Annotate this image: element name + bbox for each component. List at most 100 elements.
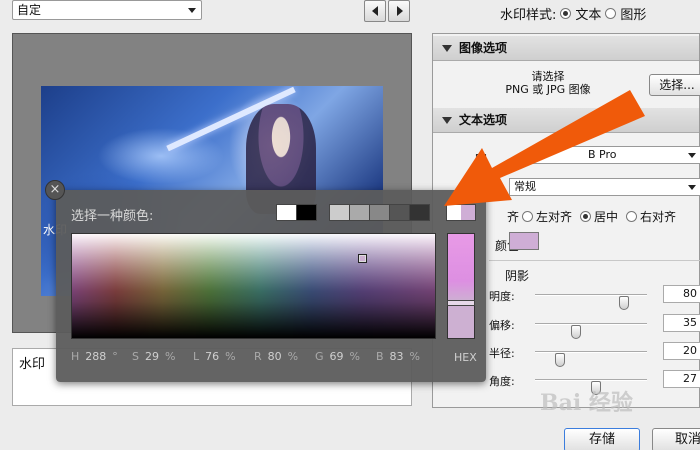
slider-label: 偏移:: [489, 319, 515, 332]
current-color-swatch: [446, 204, 476, 221]
gray-swatch-group: [329, 204, 430, 221]
hue-field[interactable]: H 288 °: [71, 350, 132, 363]
hue-slider-handle[interactable]: [447, 300, 475, 306]
collapse-triangle-icon: [442, 45, 452, 52]
shadow-radius-row: 半径: 20: [489, 341, 700, 367]
style-text-radio[interactable]: [560, 8, 572, 19]
chevron-down-icon: [688, 153, 696, 158]
align-right-label[interactable]: 右对齐: [640, 208, 676, 225]
slider-label: 角度:: [489, 375, 515, 388]
align-center-radio[interactable]: [580, 211, 592, 222]
font-weight-select[interactable]: 常规: [509, 178, 700, 196]
slider-track[interactable]: [535, 323, 647, 339]
hue-unit: °: [112, 350, 118, 363]
swatch-gray[interactable]: [330, 205, 349, 220]
text-options-header[interactable]: 文本选项: [433, 108, 699, 133]
slider-thumb[interactable]: [555, 353, 565, 367]
swatch-gray[interactable]: [410, 205, 429, 220]
slider-track[interactable]: [535, 351, 647, 367]
saturation-unit: %: [164, 350, 176, 363]
lightness-value: 76: [205, 350, 220, 363]
text-options-title: 文本选项: [459, 113, 508, 127]
chevron-down-icon: [188, 8, 196, 13]
image-options-header[interactable]: 图像选项: [433, 36, 699, 61]
blue-field[interactable]: B 83%: [376, 350, 437, 363]
slider-track[interactable]: [535, 294, 647, 310]
shadow-offset-row: 偏移: 35: [489, 313, 700, 339]
image-options-title: 图像选项: [459, 41, 508, 55]
align-right-radio[interactable]: [626, 211, 638, 222]
next-button[interactable]: [388, 0, 410, 22]
choose-image-line2: PNG 或 JPG 图像: [505, 83, 591, 96]
red-value: 80: [267, 350, 282, 363]
font-label: 字: [475, 152, 488, 166]
font-select[interactable]: B Pro: [533, 146, 700, 164]
preset-select[interactable]: 自定: [12, 0, 202, 20]
green-value: 69: [329, 350, 344, 363]
watermark-style-label: 水印样式:: [500, 8, 557, 23]
preset-select-value: 自定: [17, 3, 42, 17]
saturation-field[interactable]: S 29%: [132, 350, 193, 363]
chevron-down-icon: [688, 185, 696, 190]
font-weight-value: 常规: [514, 180, 536, 193]
slider-value-input[interactable]: 80: [663, 285, 700, 303]
saturation-lightness-field[interactable]: [71, 233, 436, 339]
color-picker-popover: 选择一种颜色: H 288 ° S 29% L 76% R 80% G 69% B 83% H…: [56, 190, 486, 382]
choose-image-line1: 请选择: [531, 70, 565, 83]
hue-value: 288: [85, 350, 107, 363]
site-watermark: Bai 经验: [540, 390, 633, 416]
swatch-gray[interactable]: [370, 205, 389, 220]
saturation-key: S: [132, 350, 139, 363]
close-icon[interactable]: ×: [45, 180, 65, 200]
swatch-white[interactable]: [277, 205, 296, 220]
color-cursor[interactable]: [358, 254, 367, 263]
color-picker-title: 选择一种颜色:: [71, 209, 154, 224]
red-unit: %: [287, 350, 299, 363]
hex-label[interactable]: HEX: [454, 351, 477, 364]
previous-color: [447, 205, 461, 220]
lightness-field[interactable]: L 76%: [193, 350, 254, 363]
style-graphic-label[interactable]: 图形: [620, 4, 646, 23]
red-field[interactable]: R 80%: [254, 350, 315, 363]
font-select-value: B Pro: [588, 148, 617, 161]
collapse-triangle-icon: [442, 117, 452, 124]
new-color: [461, 205, 475, 220]
slider-track[interactable]: [535, 379, 647, 395]
green-field[interactable]: G 69%: [315, 350, 376, 363]
watermark-style-row: 水印样式: 文本 图形: [500, 4, 646, 23]
slider-thumb[interactable]: [571, 325, 581, 339]
swatch-gray[interactable]: [350, 205, 369, 220]
choose-image-button[interactable]: 选择...: [649, 74, 700, 96]
lightness-unit: %: [225, 350, 236, 363]
alignment-label: 齐: [507, 210, 520, 224]
slider-value-input[interactable]: 35: [663, 314, 700, 332]
shadow-label: 阴影: [505, 269, 530, 283]
previous-button[interactable]: [364, 0, 386, 22]
hue-slider[interactable]: [447, 233, 475, 339]
arrow-right-icon: [397, 6, 403, 16]
blue-key: B: [376, 350, 384, 363]
divider: [489, 260, 700, 261]
color-readouts: H 288 ° S 29% L 76% R 80% G 69% B 83%: [71, 350, 437, 363]
bw-swatch-group: [276, 204, 317, 221]
slider-value-input[interactable]: 27: [663, 370, 700, 388]
slider-label: 半径:: [489, 347, 515, 360]
style-graphic-radio[interactable]: [605, 8, 617, 19]
text-color-swatch[interactable]: [509, 232, 539, 250]
swatch-gray[interactable]: [390, 205, 409, 220]
align-left-label[interactable]: 左对齐: [536, 208, 572, 225]
align-left-radio[interactable]: [522, 211, 534, 222]
slider-label: 明度:: [489, 290, 515, 303]
align-center-label[interactable]: 居中: [594, 208, 618, 225]
slider-thumb[interactable]: [619, 296, 629, 310]
swatch-black[interactable]: [297, 205, 316, 220]
slider-value-input[interactable]: 20: [663, 342, 700, 360]
shadow-opacity-row: 明度: 80: [489, 284, 700, 310]
watermark-text-value: 水印: [19, 357, 46, 372]
style-text-label[interactable]: 文本: [575, 4, 601, 23]
green-unit: %: [349, 350, 360, 363]
save-button[interactable]: 存储: [564, 428, 640, 450]
saturation-value: 29: [144, 350, 159, 363]
cancel-button[interactable]: 取消: [652, 428, 700, 450]
alignment-row: 齐 左对齐 居中 右对齐: [507, 208, 681, 225]
